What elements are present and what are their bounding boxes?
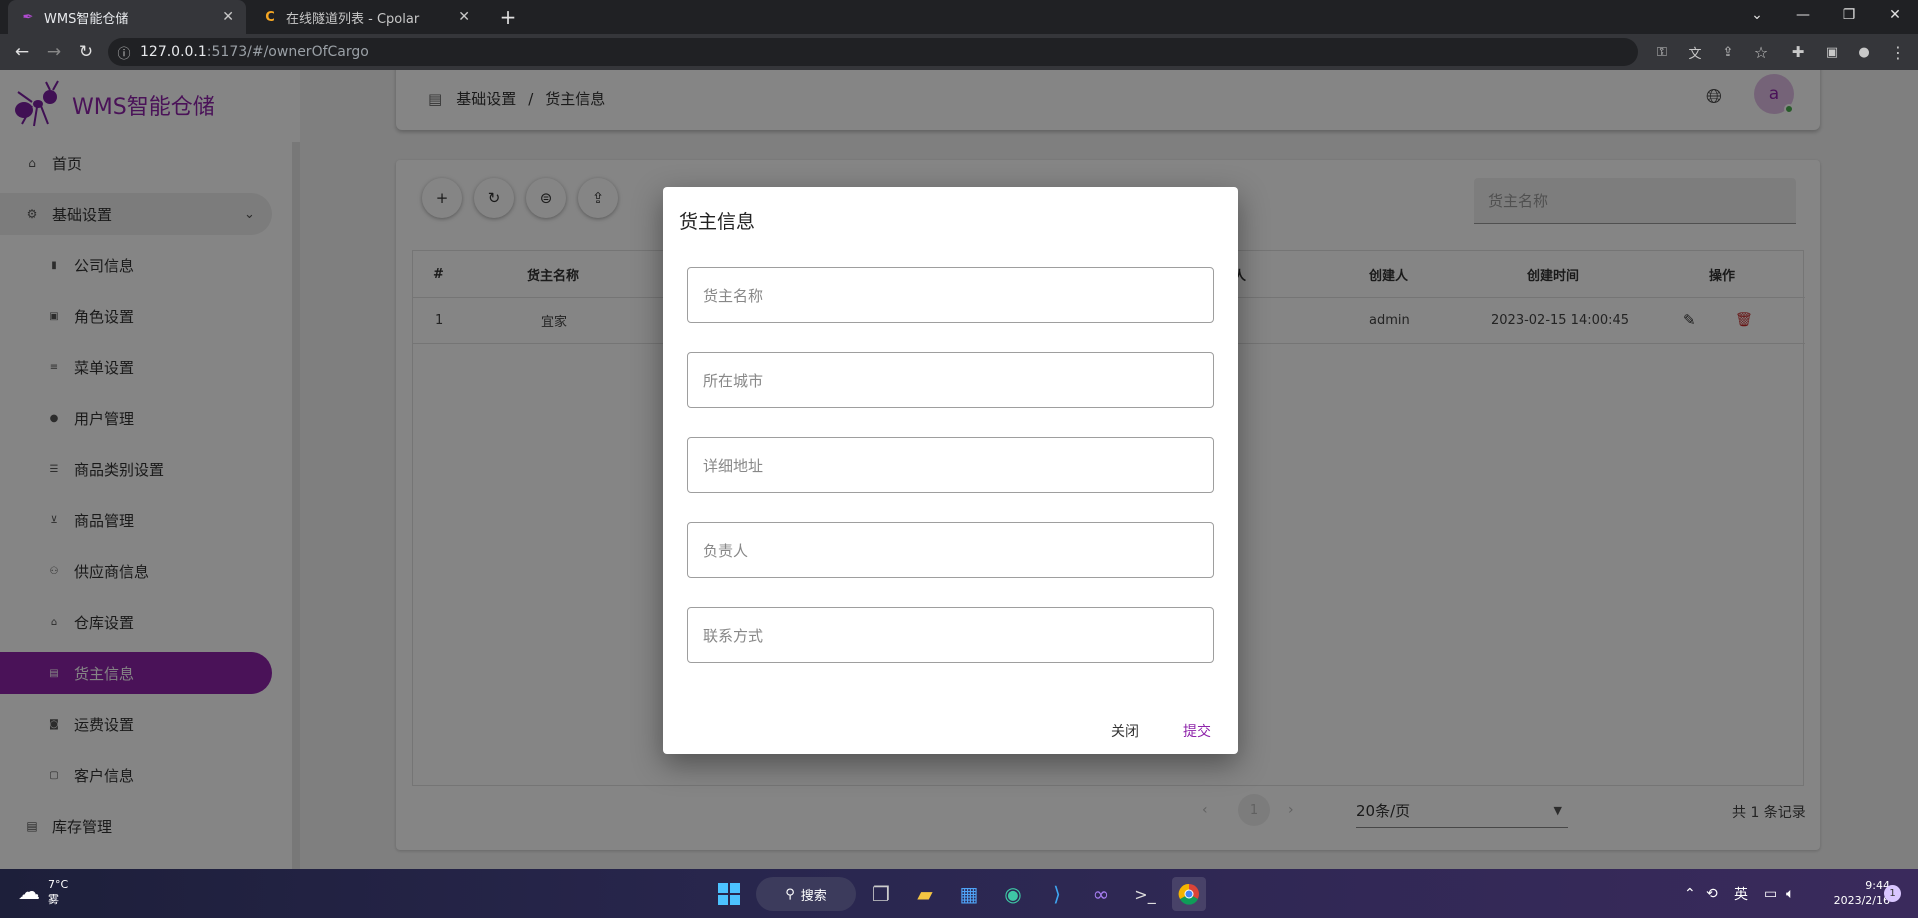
browser-toolbar: ← → ↻ ⓘ 127.0.0.1:5173/#/ownerOfCargo ⚿ … (0, 34, 1918, 70)
translate-icon[interactable]: 文 (1683, 38, 1707, 66)
field-placeholder: 货主名称 (703, 286, 764, 305)
notification-badge[interactable]: 1 (1884, 885, 1901, 902)
tab-search-chevron-icon[interactable]: ⌄ (1734, 0, 1780, 30)
chrome-icon[interactable] (1172, 877, 1206, 911)
taskbar-search-label: 搜索 (800, 888, 827, 904)
clock-date: 2023/2/16 (1833, 894, 1890, 907)
forward-button[interactable]: → (40, 34, 68, 70)
visual-studio-icon[interactable]: ∞ (1084, 877, 1118, 911)
maximize-button[interactable]: ❐ (1826, 0, 1872, 30)
cpolar-favicon-icon: C (265, 9, 275, 25)
address-bar[interactable]: ⓘ 127.0.0.1:5173/#/ownerOfCargo (108, 38, 1638, 66)
weather-temp: 7°C (48, 878, 69, 891)
browser-menu-icon[interactable]: ⋮ (1886, 38, 1910, 66)
app-page: WMS智能仓储 ⌂ 首页 ⚙ 基础设置 ⌄ ▮ 公司信息 ▣ 角色设置 ≡ 菜单… (0, 70, 1918, 869)
ime-indicator[interactable]: 英 (1734, 869, 1748, 918)
city-field[interactable]: 所在城市 (687, 352, 1214, 408)
volume-icon[interactable]: 🔈︎ (1786, 869, 1794, 918)
store-icon[interactable]: ▦ (952, 877, 986, 911)
minimize-button[interactable]: — (1780, 0, 1826, 30)
windows-logo-icon (718, 883, 740, 905)
tray-chevron-icon[interactable]: ⌃ (1684, 869, 1696, 918)
windows-start-icon[interactable] (712, 877, 746, 911)
key-icon[interactable]: ⚿ (1650, 38, 1674, 66)
task-view-icon[interactable]: ❐ (864, 877, 898, 911)
search-icon: ⚲ (785, 886, 795, 902)
tab-close-icon[interactable]: ✕ (222, 9, 234, 25)
weather-text: 7°C 雾 (48, 877, 68, 907)
browser-tab-bar: ✒ WMS智能仓储 ✕ C 在线隧道列表 - Cpolar ✕ + ⌄ — ❐ … (0, 0, 1918, 34)
chrome-logo-icon (1178, 883, 1199, 905)
contact-field[interactable]: 联系方式 (687, 607, 1214, 663)
side-panel-icon[interactable]: ▣ (1820, 38, 1844, 66)
back-button[interactable]: ← (8, 34, 36, 70)
vscode-icon[interactable]: ⟩ (1040, 877, 1074, 911)
submit-button[interactable]: 提交 (1183, 721, 1211, 741)
owner-name-field[interactable]: 货主名称 (687, 267, 1214, 323)
reload-button[interactable]: ↻ (72, 34, 100, 70)
bookmark-star-icon[interactable]: ☆ (1749, 38, 1773, 66)
manager-field[interactable]: 负责人 (687, 522, 1214, 578)
dialog-title: 货主信息 (679, 211, 756, 233)
field-placeholder: 负责人 (703, 541, 749, 560)
sync-icon[interactable]: ⟲ (1706, 869, 1718, 918)
field-placeholder: 详细地址 (703, 456, 764, 475)
weather-widget[interactable]: ☁ 7°C 雾 (18, 877, 68, 907)
close-window-button[interactable]: ✕ (1872, 0, 1918, 30)
browser-tab-active[interactable]: ✒ WMS智能仓储 ✕ (8, 0, 246, 34)
browser-tab[interactable]: C 在线隧道列表 - Cpolar ✕ (250, 0, 482, 34)
ant-favicon-icon: ✒ (22, 9, 34, 25)
file-explorer-icon[interactable]: ▰ (908, 877, 942, 911)
terminal-icon[interactable]: >_ (1128, 877, 1162, 911)
share-icon[interactable]: ⇪ (1716, 38, 1740, 66)
windows-taskbar: ☁ 7°C 雾 ⚲ 搜索 ❐ ▰ ▦ ◉ ⟩ ∞ >_ ⌃ ⟲ 英 ▭ 🔈︎ 9… (0, 869, 1918, 918)
field-placeholder: 联系方式 (703, 626, 764, 645)
extensions-icon[interactable]: ✚ (1786, 38, 1810, 66)
tab-close-icon[interactable]: ✕ (458, 9, 470, 25)
edge-icon[interactable]: ◉ (996, 877, 1030, 911)
weather-desc: 雾 (48, 893, 59, 906)
clock[interactable]: 9:44 2023/2/16 (1818, 878, 1890, 908)
field-placeholder: 所在城市 (703, 371, 764, 390)
url-path: :5173/#/ownerOfCargo (206, 44, 369, 60)
owner-info-dialog: 货主信息 货主名称 所在城市 详细地址 负责人 联系方式 关闭 提交 (663, 187, 1238, 754)
site-info-icon[interactable]: ⓘ (112, 38, 136, 66)
new-tab-button[interactable]: + (486, 2, 530, 32)
profile-icon[interactable]: ● (1852, 38, 1876, 66)
cloud-fog-icon: ☁ (18, 879, 40, 905)
display-icon[interactable]: ▭ (1764, 869, 1777, 918)
tab-title: 在线隧道列表 - Cpolar (286, 11, 420, 27)
address-field[interactable]: 详细地址 (687, 437, 1214, 493)
tab-title: WMS智能仓储 (44, 11, 129, 27)
taskbar-search[interactable]: ⚲ 搜索 (756, 877, 856, 911)
url-host: 127.0.0.1 (140, 44, 207, 60)
close-button[interactable]: 关闭 (1111, 721, 1139, 741)
